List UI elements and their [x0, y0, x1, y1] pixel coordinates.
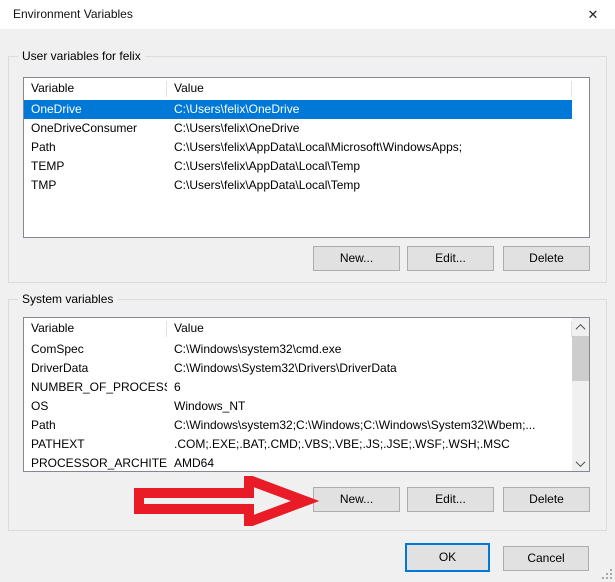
- variable-cell: Path: [24, 138, 167, 157]
- variable-cell: PROCESSOR_ARCHITECTURE: [24, 454, 167, 471]
- variable-cell: TMP: [24, 176, 167, 195]
- value-cell: C:\Windows\system32\cmd.exe: [167, 340, 572, 359]
- scrollbar-thumb[interactable]: [572, 336, 589, 381]
- value-cell: C:\Users\felix\OneDrive: [167, 100, 572, 119]
- system-table-header: Variable Value: [24, 318, 572, 340]
- user-table-header: Variable Value: [24, 78, 572, 100]
- column-separator: [166, 81, 167, 97]
- system-variables-group-label: System variables: [18, 292, 117, 306]
- system-new-button[interactable]: New...: [313, 487, 400, 512]
- scroll-up-icon[interactable]: [572, 318, 589, 335]
- table-row[interactable]: OneDrive C:\Users\felix\OneDrive: [24, 100, 572, 119]
- value-cell: C:\Windows\system32;C:\Windows;C:\Window…: [167, 416, 572, 435]
- scroll-down-icon[interactable]: [572, 454, 589, 471]
- column-separator: [571, 81, 572, 97]
- variable-cell: DriverData: [24, 359, 167, 378]
- variable-cell: PATHEXT: [24, 435, 167, 454]
- value-cell: 6: [167, 378, 572, 397]
- system-edit-button[interactable]: Edit...: [407, 487, 494, 512]
- value-cell: C:\Users\felix\AppData\Local\Temp: [167, 157, 572, 176]
- variable-cell: ComSpec: [24, 340, 167, 359]
- user-variables-group-label: User variables for felix: [18, 49, 145, 63]
- value-cell: C:\Users\felix\AppData\Local\Temp: [167, 176, 572, 195]
- variable-cell: Path: [24, 416, 167, 435]
- table-row[interactable]: Path C:\Windows\system32;C:\Windows;C:\W…: [24, 416, 572, 435]
- column-header-value[interactable]: Value: [167, 318, 572, 339]
- table-row[interactable]: DriverData C:\Windows\System32\Drivers\D…: [24, 359, 572, 378]
- value-cell: AMD64: [167, 454, 572, 471]
- variable-cell: OS: [24, 397, 167, 416]
- user-new-button[interactable]: New...: [313, 246, 400, 271]
- ok-button[interactable]: OK: [405, 543, 490, 572]
- table-row[interactable]: PROCESSOR_ARCHITECTURE AMD64: [24, 454, 572, 471]
- window-title: Environment Variables: [13, 0, 133, 29]
- value-cell: .COM;.EXE;.BAT;.CMD;.VBS;.VBE;.JS;.JSE;.…: [167, 435, 572, 454]
- vertical-scrollbar[interactable]: [572, 318, 589, 471]
- variable-cell: OneDriveConsumer: [24, 119, 167, 138]
- table-row[interactable]: TEMP C:\Users\felix\AppData\Local\Temp: [24, 157, 572, 176]
- value-cell: Windows_NT: [167, 397, 572, 416]
- variable-cell: OneDrive: [24, 100, 167, 119]
- table-row[interactable]: PATHEXT .COM;.EXE;.BAT;.CMD;.VBS;.VBE;.J…: [24, 435, 572, 454]
- system-variables-table: Variable Value ComSpec C:\Windows\system…: [23, 317, 590, 472]
- close-icon[interactable]: ✕: [576, 0, 610, 29]
- variable-cell: TEMP: [24, 157, 167, 176]
- user-variables-rows: OneDrive C:\Users\felix\OneDrive OneDriv…: [24, 100, 572, 237]
- column-separator: [166, 321, 167, 337]
- table-row[interactable]: OneDriveConsumer C:\Users\felix\OneDrive: [24, 119, 572, 138]
- value-cell: C:\Windows\System32\Drivers\DriverData: [167, 359, 572, 378]
- table-row[interactable]: NUMBER_OF_PROCESSORS 6: [24, 378, 572, 397]
- titlebar: Environment Variables ✕: [0, 0, 615, 29]
- user-delete-button[interactable]: Delete: [503, 246, 590, 271]
- system-variables-rows: ComSpec C:\Windows\system32\cmd.exe Driv…: [24, 340, 572, 471]
- column-header-variable[interactable]: Variable: [24, 318, 167, 339]
- table-row[interactable]: TMP C:\Users\felix\AppData\Local\Temp: [24, 176, 572, 195]
- table-row[interactable]: Path C:\Users\felix\AppData\Local\Micros…: [24, 138, 572, 157]
- resize-grip[interactable]: [600, 567, 613, 580]
- table-row[interactable]: OS Windows_NT: [24, 397, 572, 416]
- user-edit-button[interactable]: Edit...: [407, 246, 494, 271]
- system-delete-button[interactable]: Delete: [503, 487, 590, 512]
- column-header-variable[interactable]: Variable: [24, 78, 167, 99]
- user-variables-table: Variable Value OneDrive C:\Users\felix\O…: [23, 77, 590, 238]
- table-row[interactable]: ComSpec C:\Windows\system32\cmd.exe: [24, 340, 572, 359]
- value-cell: C:\Users\felix\OneDrive: [167, 119, 572, 138]
- environment-variables-dialog: { "window": { "title": "Environment Vari…: [0, 0, 615, 582]
- column-header-value[interactable]: Value: [167, 78, 572, 99]
- cancel-button[interactable]: Cancel: [503, 546, 589, 571]
- value-cell: C:\Users\felix\AppData\Local\Microsoft\W…: [167, 138, 572, 157]
- variable-cell: NUMBER_OF_PROCESSORS: [24, 378, 167, 397]
